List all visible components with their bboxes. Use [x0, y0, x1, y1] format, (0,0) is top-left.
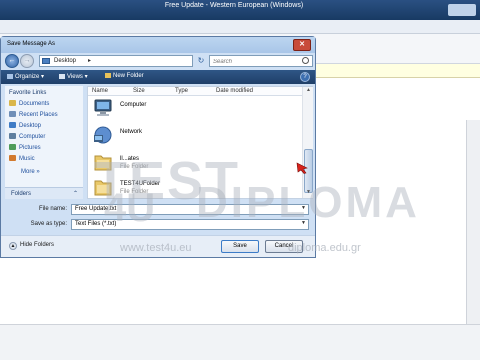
favorite-label: Computer: [19, 134, 46, 140]
command-bar: Organize ▾ Views ▾ New Folder ?: [1, 70, 315, 84]
hide-folders-button[interactable]: ▲ Hide Folders: [9, 242, 54, 250]
favorite-link-pictures[interactable]: Pictures: [9, 144, 41, 154]
forward-button[interactable]: →: [20, 54, 34, 68]
app-titlebar: Free Update - Western European (Windows): [0, 0, 480, 20]
organize-label: Organize: [15, 74, 40, 80]
views-icon: [59, 74, 65, 79]
favorite-link-recent-places[interactable]: Recent Places: [9, 111, 58, 121]
favorite-label: Pictures: [19, 145, 41, 151]
save-as-type-label: Save as type:: [30, 221, 67, 227]
collapse-icon: ▲: [9, 242, 17, 250]
views-label: Views: [67, 74, 83, 80]
pictures-icon: [9, 144, 16, 150]
navigation-pane: Favorite Links Documents Recent Places D…: [5, 86, 83, 187]
item-name: Network: [120, 129, 143, 135]
network-icon: [94, 126, 112, 144]
favorite-links-heading: Favorite Links: [9, 90, 47, 96]
desktop-icon: [9, 122, 16, 128]
organize-icon: [7, 74, 13, 79]
computer-icon: [94, 99, 112, 116]
column-header: Name Size Type Date modified: [88, 87, 302, 96]
folders-label: Folders: [11, 191, 32, 197]
address-bar: ← → Desktop ▸ ▾ ↻: [1, 53, 315, 70]
address-text[interactable]: Desktop: [54, 58, 76, 64]
column-type[interactable]: Type: [175, 88, 188, 94]
hide-folders-label: Hide Folders: [20, 242, 55, 248]
app-statusbar: [0, 324, 480, 360]
breadcrumb-chevron-icon[interactable]: ▸: [88, 57, 91, 64]
favorite-link-documents[interactable]: Documents: [9, 100, 49, 110]
close-button[interactable]: ✕: [293, 39, 311, 51]
favorite-link-computer[interactable]: Computer: [9, 133, 45, 143]
watermark-url-test4u: www.test4u.eu: [120, 242, 192, 254]
search-input[interactable]: [213, 57, 297, 66]
column-date-modified[interactable]: Date modified: [216, 88, 253, 94]
new-folder-icon: [105, 73, 111, 78]
computer-icon: [9, 133, 16, 139]
scroll-up-icon[interactable]: ▲: [304, 87, 313, 96]
help-icon: ?: [303, 74, 307, 80]
recent-places-icon: [9, 111, 16, 117]
documents-icon: [9, 100, 16, 106]
favorite-label: Documents: [19, 101, 50, 107]
refresh-icon: ↻: [197, 56, 205, 65]
red-pointer-icon: [296, 162, 308, 174]
new-folder-button[interactable]: New Folder: [105, 73, 144, 79]
close-icon: ✕: [299, 41, 305, 48]
desktop-folder-icon: [42, 58, 50, 64]
more-link[interactable]: More »: [21, 169, 40, 175]
file-name-label: File name:: [38, 206, 67, 212]
search-box[interactable]: [209, 55, 313, 67]
chevron-up-icon[interactable]: ⌃: [73, 190, 78, 197]
favorite-link-desktop[interactable]: Desktop: [9, 122, 41, 132]
address-field[interactable]: Desktop ▸ ▾: [39, 55, 227, 67]
forward-arrow-icon: →: [23, 57, 31, 64]
help-button[interactable]: ?: [300, 72, 310, 82]
new-folder-label: New Folder: [113, 73, 144, 79]
favorite-label: Music: [19, 156, 35, 162]
favorite-link-music[interactable]: Music: [9, 155, 35, 165]
window-controls[interactable]: [448, 4, 476, 16]
watermark-4u: 4U: [104, 186, 156, 230]
column-name[interactable]: Name: [92, 88, 108, 94]
search-icon[interactable]: [302, 57, 309, 64]
app-title: Free Update - Western European (Windows): [164, 2, 304, 9]
dialog-titlebar: Save Message As ✕: [1, 37, 315, 53]
back-button[interactable]: ←: [5, 54, 19, 68]
info-bar: [310, 64, 480, 78]
watermark-url-diploma: diploma.edu.gr: [288, 242, 361, 254]
favorite-label: Recent Places: [19, 112, 58, 118]
item-name: Computer: [120, 102, 147, 108]
save-button[interactable]: Save: [221, 240, 259, 253]
favorite-label: Desktop: [19, 123, 42, 129]
refresh-button[interactable]: ↻: [195, 56, 207, 66]
column-size[interactable]: Size: [133, 88, 145, 94]
list-item[interactable]: Network: [90, 123, 270, 149]
back-arrow-icon: ←: [8, 57, 16, 64]
app-menubar: [0, 20, 480, 34]
organize-button[interactable]: Organize ▾: [7, 73, 44, 80]
list-item[interactable]: Computer: [90, 96, 270, 122]
music-icon: [9, 155, 16, 161]
watermark-diploma: DIPLOMA: [196, 178, 420, 227]
folders-bar[interactable]: Folders ⌃: [5, 187, 83, 199]
app-scrollbar[interactable]: [466, 120, 480, 324]
more-label: More: [21, 169, 35, 175]
views-button[interactable]: Views ▾: [59, 73, 88, 80]
dialog-title: Save Message As: [7, 41, 56, 47]
